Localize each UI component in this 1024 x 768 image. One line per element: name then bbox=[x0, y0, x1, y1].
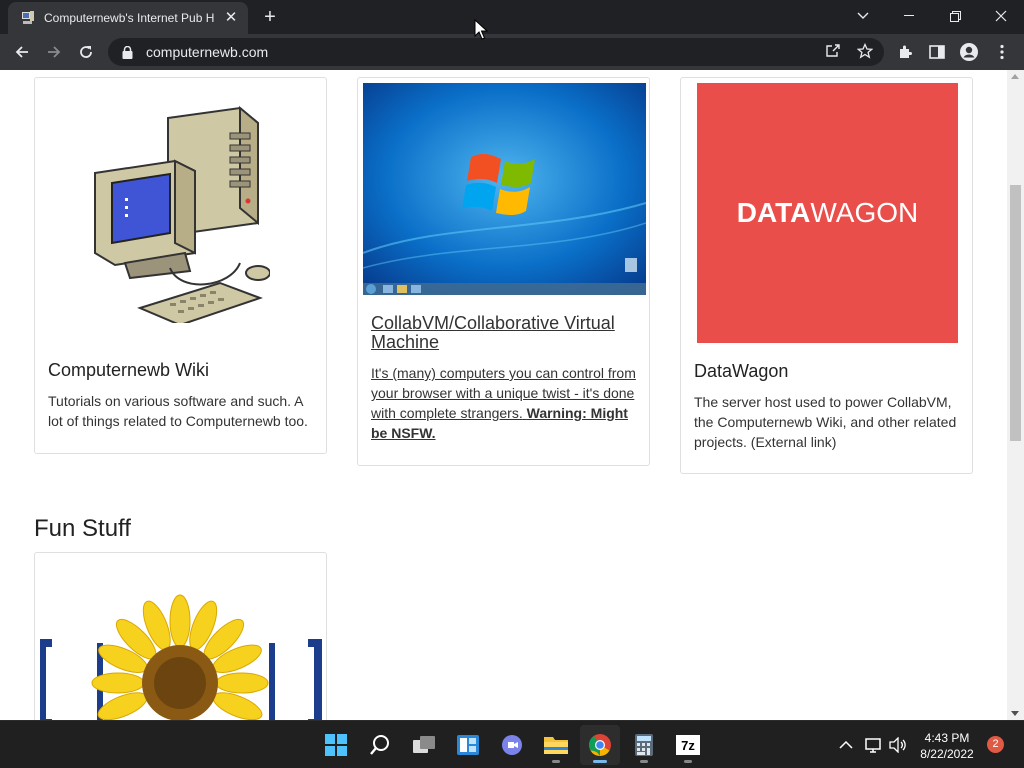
page-viewport: Computernewb Wiki Tutorials on various s… bbox=[0, 70, 1024, 720]
calculator-button[interactable] bbox=[624, 725, 664, 765]
tab-title: Computernewb's Internet Pub Hub bbox=[44, 11, 214, 25]
7zip-button[interactable]: 7z bbox=[668, 725, 708, 765]
clock-date: 8/22/2022 bbox=[920, 747, 974, 761]
widgets-icon bbox=[457, 735, 479, 755]
share-icon[interactable] bbox=[820, 38, 846, 64]
file-explorer-button[interactable] bbox=[536, 725, 576, 765]
search-button[interactable] bbox=[360, 725, 400, 765]
site-favicon-icon bbox=[20, 10, 36, 26]
card-description-link[interactable]: It's (many) computers you can control fr… bbox=[371, 363, 641, 443]
address-bar[interactable]: computernewb.com bbox=[108, 38, 884, 66]
running-indicator bbox=[640, 760, 648, 763]
lock-icon[interactable] bbox=[120, 45, 134, 59]
profile-avatar-icon[interactable] bbox=[955, 38, 983, 66]
running-indicator bbox=[552, 760, 560, 763]
url-text: computernewb.com bbox=[146, 44, 269, 60]
scrollbar-thumb[interactable] bbox=[1010, 185, 1021, 441]
show-hidden-icons-chevron-icon[interactable] bbox=[836, 735, 856, 755]
datawagon-card[interactable]: DATA WAGON DataWagon The server host used… bbox=[680, 77, 973, 474]
teams-chat-button[interactable] bbox=[492, 725, 532, 765]
windows-taskbar: 7z 4:43 PM 8/22/2022 2 bbox=[0, 720, 1024, 768]
tab-search-icon[interactable] bbox=[840, 0, 886, 32]
chrome-button[interactable] bbox=[580, 725, 620, 765]
collabvm-card[interactable]: CollabVM/Collaborative Virtual Machine I… bbox=[357, 77, 650, 466]
start-button[interactable] bbox=[316, 725, 356, 765]
sunflower-image bbox=[40, 583, 323, 720]
network-icon[interactable] bbox=[864, 735, 884, 755]
restore-button[interactable] bbox=[932, 0, 978, 32]
file-explorer-icon bbox=[544, 737, 568, 754]
scroll-down-arrow-icon[interactable] bbox=[1011, 711, 1019, 716]
bookmark-star-icon[interactable] bbox=[852, 38, 878, 64]
chat-icon bbox=[502, 735, 522, 755]
card-description: Tutorials on various software and such. … bbox=[48, 393, 308, 429]
calculator-icon bbox=[635, 734, 653, 756]
clock-time: 4:43 PM bbox=[924, 731, 970, 745]
page-scrollbar[interactable] bbox=[1007, 70, 1024, 720]
svg-text:7z: 7z bbox=[681, 738, 695, 753]
card-title: DataWagon bbox=[694, 361, 789, 381]
close-window-button[interactable] bbox=[978, 0, 1024, 32]
chrome-icon bbox=[589, 734, 611, 756]
forward-button[interactable] bbox=[40, 38, 68, 66]
new-tab-button[interactable]: + bbox=[259, 6, 281, 28]
running-indicator bbox=[684, 760, 692, 763]
reload-button[interactable] bbox=[72, 38, 100, 66]
browser-toolbar: computernewb.com bbox=[0, 34, 1024, 70]
browser-tab-strip: Computernewb's Internet Pub Hub ✕ + bbox=[0, 0, 1024, 34]
notification-badge[interactable]: 2 bbox=[987, 736, 1004, 753]
scroll-up-arrow-icon[interactable] bbox=[1011, 74, 1019, 79]
extensions-icon[interactable] bbox=[891, 38, 919, 66]
mouse-cursor-icon bbox=[474, 18, 489, 41]
datawagon-logo: DATA WAGON bbox=[697, 83, 958, 343]
windows7-screenshot-image bbox=[363, 83, 646, 295]
minimize-button[interactable] bbox=[886, 0, 932, 32]
logo-text-bold: DATA bbox=[736, 197, 811, 228]
task-view-button[interactable] bbox=[404, 725, 444, 765]
widgets-button[interactable] bbox=[448, 725, 488, 765]
active-indicator bbox=[593, 760, 607, 763]
taskbar-clock[interactable]: 4:43 PM 8/22/2022 bbox=[912, 730, 982, 762]
7zip-icon: 7z bbox=[676, 735, 700, 755]
section-heading: Fun Stuff bbox=[34, 515, 131, 542]
task-view-icon bbox=[413, 736, 435, 753]
collabvm-link[interactable]: CollabVM/Collaborative Virtual Machine bbox=[371, 314, 641, 352]
wiki-card[interactable]: Computernewb Wiki Tutorials on various s… bbox=[34, 77, 327, 454]
start-icon bbox=[325, 734, 347, 756]
card-description: The server host used to power CollabVM, … bbox=[694, 394, 957, 450]
volume-icon[interactable] bbox=[888, 735, 908, 755]
tab-close-icon[interactable]: ✕ bbox=[222, 9, 240, 27]
card-title: Computernewb Wiki bbox=[48, 360, 210, 380]
browser-tab[interactable]: Computernewb's Internet Pub Hub ✕ bbox=[8, 2, 248, 34]
logo-text-light: WAGON bbox=[810, 197, 919, 228]
retro-computer-image bbox=[90, 103, 271, 327]
back-button[interactable] bbox=[8, 38, 36, 66]
search-icon bbox=[370, 735, 389, 755]
more-menu-icon[interactable] bbox=[988, 38, 1016, 66]
fun-stuff-card[interactable] bbox=[34, 552, 327, 720]
side-panel-icon[interactable] bbox=[923, 38, 951, 66]
